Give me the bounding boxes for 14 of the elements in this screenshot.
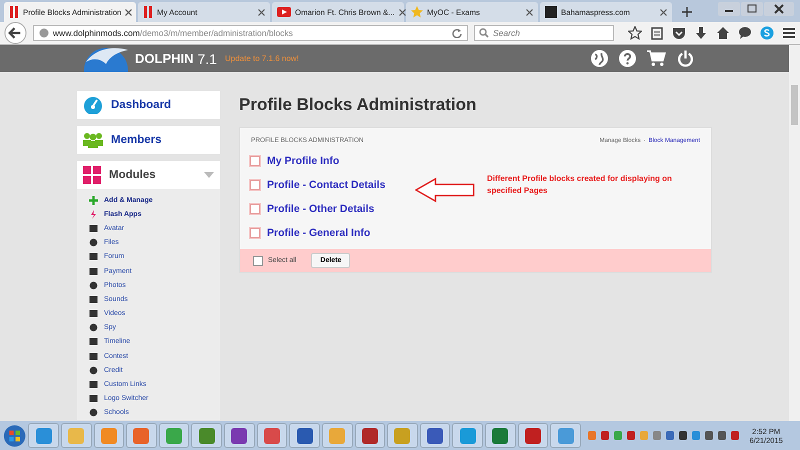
sidebar-link[interactable]: Modules [109, 169, 156, 181]
block-link[interactable]: Profile - Other Details [267, 203, 374, 215]
sidebar-link[interactable]: Dashboard [111, 99, 172, 111]
address-bar[interactable]: www.dolphinmods.com/demo3/m/member/administration/blocks [32, 25, 468, 41]
sidebar-link[interactable]: Members [111, 134, 162, 146]
url-text: www.dolphinmods.com/demo3/m/member/administration/blocks [52, 28, 293, 38]
search-field[interactable]: Search [474, 25, 614, 41]
brand-name: DOLPHIN [135, 51, 194, 66]
annotation-text: Different Profile blocks created for displaying on specified Pages [487, 173, 673, 197]
page-title: Profile Blocks Administration [239, 95, 478, 115]
block-link[interactable]: Profile - Contact Details [267, 179, 386, 191]
version-number: 7.1 [198, 50, 217, 66]
block-link[interactable]: My Profile Info [267, 155, 340, 167]
block-link[interactable]: Profile - General Info [267, 227, 370, 239]
